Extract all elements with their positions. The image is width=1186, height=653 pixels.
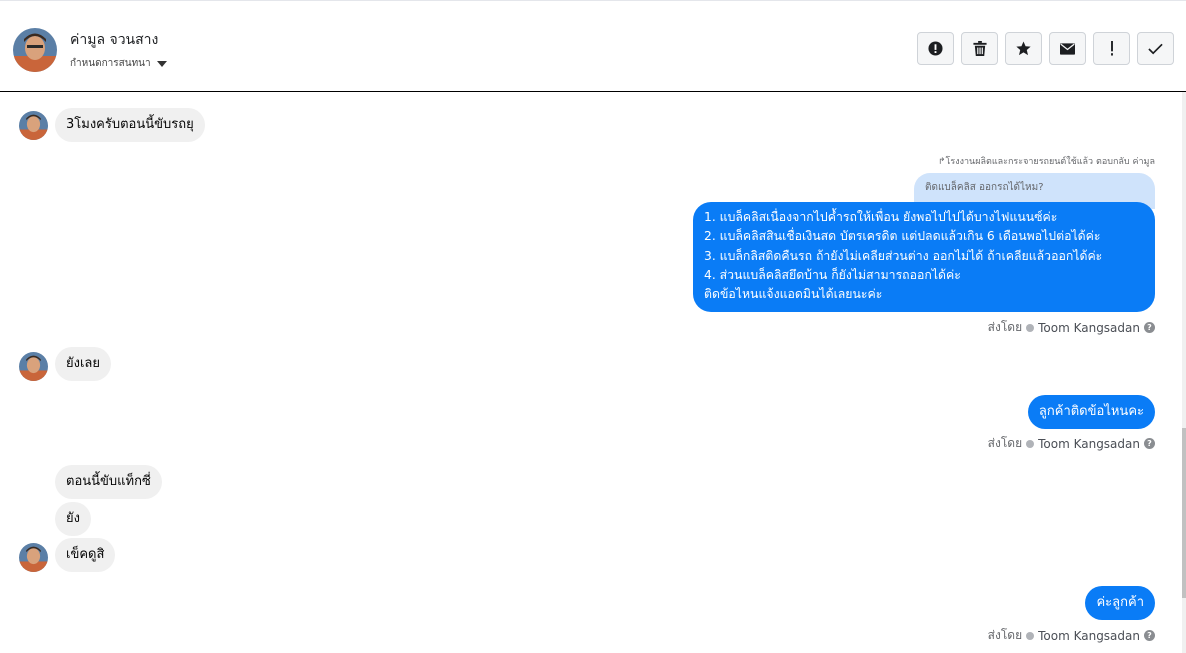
alert-circle-icon [928,41,943,56]
mark-spam-button[interactable] [917,32,954,65]
agent-name: Toom Kangsadan [1038,628,1140,643]
exclamation-icon [1110,41,1113,56]
conversation-menu-dropdown[interactable]: กำหนดการสนทนา [70,56,167,71]
agent-status-icon [1026,631,1035,640]
outgoing-message[interactable]: ลูกค้าติดข้อไหนคะ [1027,395,1155,429]
incoming-message[interactable]: ยัง [55,502,91,536]
list-line: ติดข้อไหนแจ้งแอดมินได้เลยนะค่ะ [704,287,883,302]
toolbar [917,32,1174,65]
sent-by-line: ส่งโดย Toom Kangsadan ? [988,318,1155,337]
mark-unread-button[interactable] [1049,32,1086,65]
delete-button[interactable] [961,32,998,65]
sent-by-line: ส่งโดย Toom Kangsadan ? [988,434,1155,453]
sent-by-line: ส่งโดย Toom Kangsadan ? [988,626,1155,645]
incoming-message[interactable]: ยังเลย [55,347,111,381]
envelope-icon [1060,42,1075,55]
contact-avatar[interactable] [13,28,57,72]
star-icon [1016,41,1031,56]
scrollbar-thumb[interactable] [1182,428,1186,598]
reply-context-note: ↱โรงงานผลิตและกระจายรถยนต์ใช้แล้ว ตอบกลั… [937,157,1155,167]
caret-down-icon [156,60,167,67]
agent-status-icon [1026,439,1035,448]
list-line: 1. แบล็คลิสเนื่องจากไปค้ำรถให้เพื่อน ยัง… [704,210,1058,224]
trash-icon [972,41,987,56]
agent-name: Toom Kangsadan [1038,320,1140,335]
outgoing-message-list[interactable]: 1. แบล็คลิสเนื่องจากไปค้ำรถให้เพื่อน ยัง… [693,202,1155,312]
sent-by-label: ส่งโดย [987,320,1023,334]
contact-avatar-small[interactable] [19,111,48,140]
incoming-message[interactable]: เข็คดูสิ [55,538,116,572]
conversation-header: ค่ามูล จวนสาง กำหนดการสนทนา [0,0,1186,92]
mark-done-button[interactable] [1137,32,1174,65]
list-line: 3. แบล็กลิสติดคืนรถ ถ้ายังไม่เคลียส่วนต่… [704,248,1103,263]
contact-avatar-small[interactable] [19,352,48,381]
list-line: 4. ส่วนแบล็คลิสยึดบ้าน ก็ยังไม่สามารถออก… [704,267,961,282]
help-icon[interactable]: ? [1144,630,1155,641]
mark-important-button[interactable] [1093,32,1130,65]
agent-name: Toom Kangsadan [1038,436,1140,451]
check-icon [1148,43,1163,54]
sent-by-label: ส่งโดย [987,436,1023,450]
help-icon[interactable]: ? [1144,322,1155,333]
list-line: 2. แบล็คลิสสินเชื่อเงินสด บัตรเครดิต แต่… [704,229,1101,244]
incoming-message[interactable]: ตอนนี้ขับแท็กซี่ [55,465,162,499]
agent-status-icon [1026,323,1035,332]
conversation-menu-label: กำหนดการสนทนา [70,58,151,69]
outgoing-message[interactable]: ค่ะลูกค้า [1085,586,1155,620]
star-button[interactable] [1005,32,1042,65]
incoming-message[interactable]: 3โมงครับตอนนี้ขับรถยุ [55,108,205,142]
contact-name: ค่ามูล จวนสาง [70,32,159,48]
contact-avatar-small[interactable] [19,543,48,572]
sent-by-label: ส่งโดย [987,628,1023,642]
help-icon[interactable]: ? [1144,438,1155,449]
